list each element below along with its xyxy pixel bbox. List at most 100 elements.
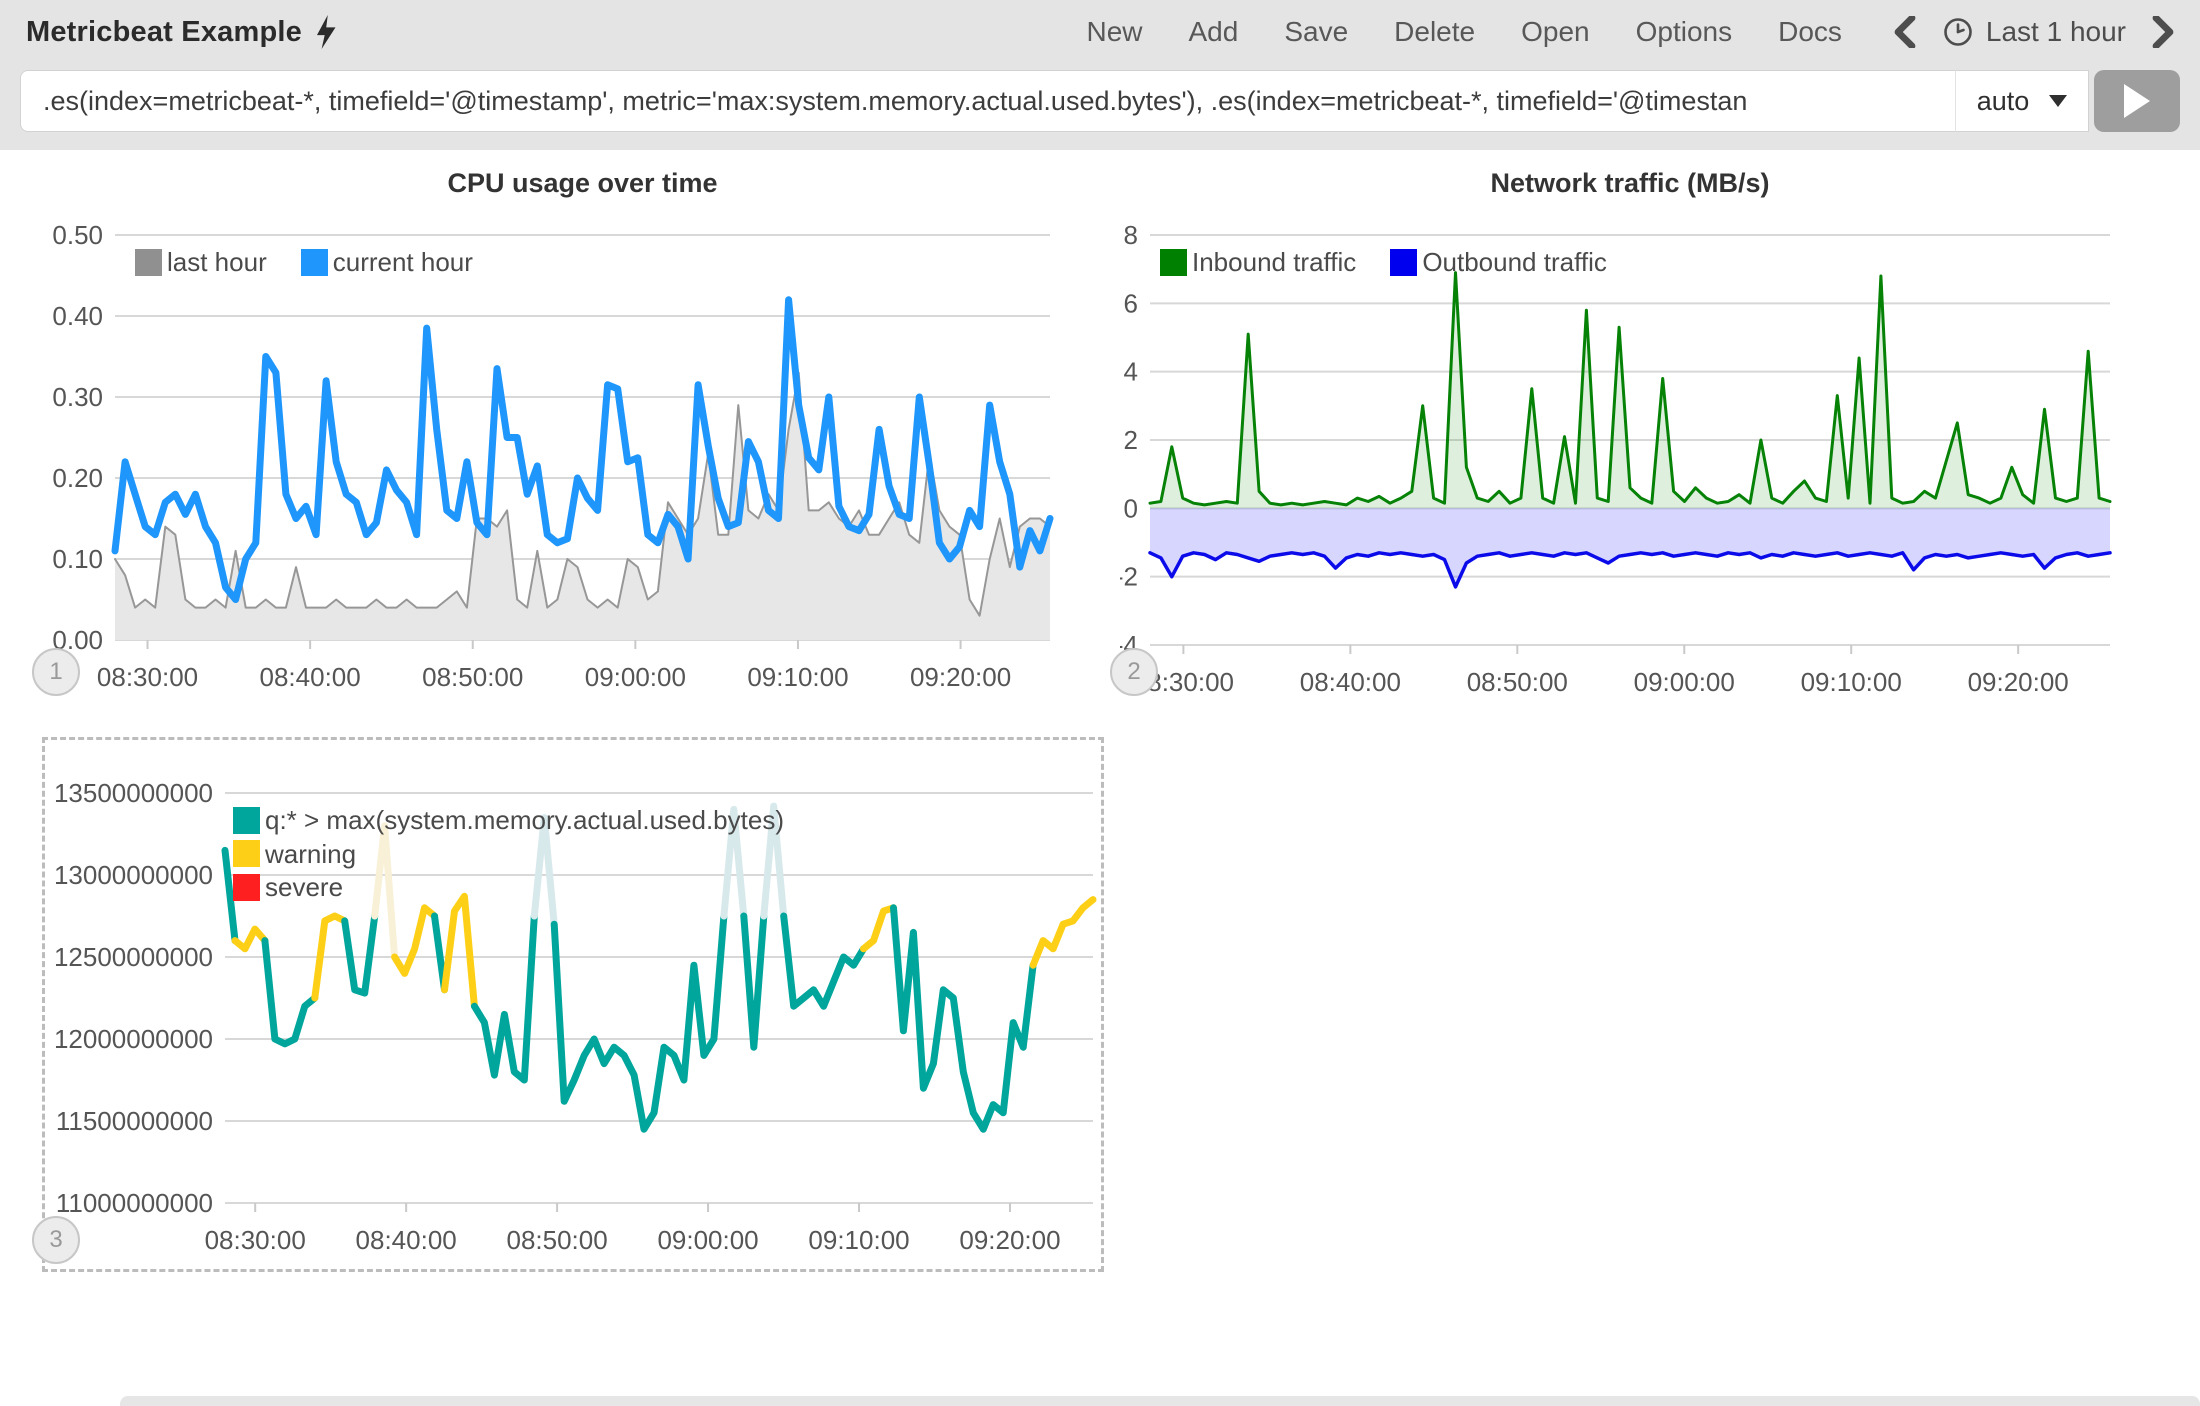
series-memory-used-segment xyxy=(1033,900,1093,966)
panel-number-badge: 2 xyxy=(1110,648,1158,696)
menu-item-new[interactable]: New xyxy=(1086,16,1142,48)
clock-icon xyxy=(1942,16,1974,48)
legend-color-chip xyxy=(1390,249,1417,276)
cpu-usage-chart-panel: CPU usage over time 0.500.400.300.200.10… xyxy=(40,160,1055,720)
y-tick-label: 11500000000 xyxy=(56,1106,213,1136)
series-memory-used-segment xyxy=(345,916,375,993)
panel-number-badge: 1 xyxy=(32,648,80,696)
x-tick-label: 08:50:00 xyxy=(506,1225,607,1255)
legend-item[interactable]: current hour xyxy=(301,246,473,279)
x-tick-label: 09:10:00 xyxy=(1801,667,1902,697)
legend-label: Inbound traffic xyxy=(1192,246,1356,279)
series-memory-used-segment xyxy=(894,908,1034,1129)
series-memory-used-segment xyxy=(235,929,265,949)
y-tick-label: 0.30 xyxy=(52,382,103,412)
menu-item-delete[interactable]: Delete xyxy=(1394,16,1475,48)
x-tick-label: 09:10:00 xyxy=(808,1225,909,1255)
run-query-button[interactable] xyxy=(2094,70,2180,132)
caret-down-icon xyxy=(2049,95,2067,107)
panel-number-badge: 3 xyxy=(32,1216,80,1264)
menu-item-docs[interactable]: Docs xyxy=(1778,16,1842,48)
network-traffic-chart-panel: Network traffic (MB/s) 86420-2-408:30:00… xyxy=(1120,160,2130,720)
legend-item[interactable]: severe xyxy=(233,871,784,904)
x-tick-label: 09:00:00 xyxy=(657,1225,758,1255)
series-memory-used-segment xyxy=(474,916,534,1080)
legend-color-chip xyxy=(135,249,162,276)
interval-select[interactable]: auto xyxy=(1955,70,2089,132)
x-tick-label: 08:40:00 xyxy=(1300,667,1401,697)
y-tick-label: 0.20 xyxy=(52,463,103,493)
sheet-title: Metricbeat Example xyxy=(26,16,302,49)
cpu-usage-chart[interactable]: 0.500.400.300.200.100.0008:30:0008:40:00… xyxy=(40,160,1055,720)
y-tick-label: 8 xyxy=(1124,220,1138,250)
legend-color-chip xyxy=(233,840,260,867)
chart-legend: q:* > max(system.memory.actual.used.byte… xyxy=(233,804,784,904)
time-range-label: Last 1 hour xyxy=(1986,16,2126,48)
legend-item[interactable]: warning xyxy=(233,838,784,871)
chart-legend: Inbound traffic Outbound traffic xyxy=(1160,246,1607,279)
x-tick-label: 09:20:00 xyxy=(910,662,1011,692)
legend-label: last hour xyxy=(167,246,267,279)
lightning-bolt-icon xyxy=(314,15,340,49)
legend-item[interactable]: q:* > max(system.memory.actual.used.byte… xyxy=(233,804,784,837)
x-tick-label: 09:00:00 xyxy=(1634,667,1735,697)
time-next-button[interactable] xyxy=(2152,16,2174,48)
x-tick-label: 08:30:00 xyxy=(97,662,198,692)
menu-item-options[interactable]: Options xyxy=(1636,16,1733,48)
y-tick-label: 13500000000 xyxy=(54,778,213,808)
y-tick-label: 12000000000 xyxy=(54,1024,213,1054)
legend-label: current hour xyxy=(333,246,473,279)
menu-item-open[interactable]: Open xyxy=(1521,16,1590,48)
menu-item-add[interactable]: Add xyxy=(1189,16,1239,48)
menu-item-save[interactable]: Save xyxy=(1284,16,1348,48)
time-range-button[interactable]: Last 1 hour xyxy=(1942,16,2126,48)
title-row: Metricbeat Example New Add Save Delete O… xyxy=(0,0,2200,64)
x-tick-label: 09:00:00 xyxy=(585,662,686,692)
interval-value: auto xyxy=(1977,86,2030,117)
x-tick-label: 09:20:00 xyxy=(959,1225,1060,1255)
legend-item[interactable]: last hour xyxy=(135,246,267,279)
chart-legend: last hour current hour xyxy=(135,246,473,279)
y-tick-label: 2 xyxy=(1124,425,1138,455)
memory-usage-chart-panel: 13500000000 13000000000 12500000000 1200000… xyxy=(42,737,1104,1272)
play-icon xyxy=(2122,84,2152,118)
series-memory-used-segment xyxy=(554,916,724,1129)
y-tick-label: 0.50 xyxy=(52,220,103,250)
x-tick-label: 08:50:00 xyxy=(422,662,523,692)
series-memory-used-segment xyxy=(395,908,435,974)
time-prev-button[interactable] xyxy=(1894,16,1916,48)
legend-label: warning xyxy=(265,838,356,871)
top-bar: Metricbeat Example New Add Save Delete O… xyxy=(0,0,2200,150)
y-tick-label: 6 xyxy=(1124,288,1138,318)
timelion-expression-input[interactable] xyxy=(20,70,1955,132)
x-tick-label: 09:20:00 xyxy=(1968,667,2069,697)
x-tick-label: 08:40:00 xyxy=(356,1225,457,1255)
legend-color-chip xyxy=(233,874,260,901)
series-memory-used-segment xyxy=(445,896,475,1006)
y-tick-label: -2 xyxy=(1120,562,1138,592)
x-tick-label: 08:50:00 xyxy=(1467,667,1568,697)
query-bar: auto xyxy=(20,70,2180,132)
y-tick-label: 12500000000 xyxy=(54,942,213,972)
series-outbound-line xyxy=(1150,553,2110,587)
y-tick-label: 4 xyxy=(1124,357,1138,387)
legend-color-chip xyxy=(233,807,260,834)
series-memory-used-segment xyxy=(784,916,864,1006)
y-tick-label: 0.40 xyxy=(52,301,103,331)
time-picker: Last 1 hour xyxy=(1894,16,2174,48)
x-tick-label: 08:30:00 xyxy=(205,1225,306,1255)
y-tick-label: 13000000000 xyxy=(54,860,213,890)
legend-label: Outbound traffic xyxy=(1422,246,1607,279)
y-tick-label: 11000000000 xyxy=(56,1188,213,1218)
toolbar-menu: New Add Save Delete Open Options Docs xyxy=(1086,16,1841,48)
legend-item[interactable]: Outbound traffic xyxy=(1390,246,1607,279)
x-tick-label: 08:40:00 xyxy=(260,662,361,692)
next-element-partial-edge xyxy=(120,1396,2200,1406)
x-tick-label: 09:10:00 xyxy=(747,662,848,692)
legend-label: q:* > max(system.memory.actual.used.byte… xyxy=(265,804,784,837)
y-tick-label: 0 xyxy=(1124,493,1138,523)
network-traffic-chart[interactable]: 86420-2-408:30:0008:40:0008:50:0009:00:0… xyxy=(1120,160,2130,720)
legend-color-chip xyxy=(1160,249,1187,276)
legend-label: severe xyxy=(265,871,343,904)
legend-item[interactable]: Inbound traffic xyxy=(1160,246,1356,279)
